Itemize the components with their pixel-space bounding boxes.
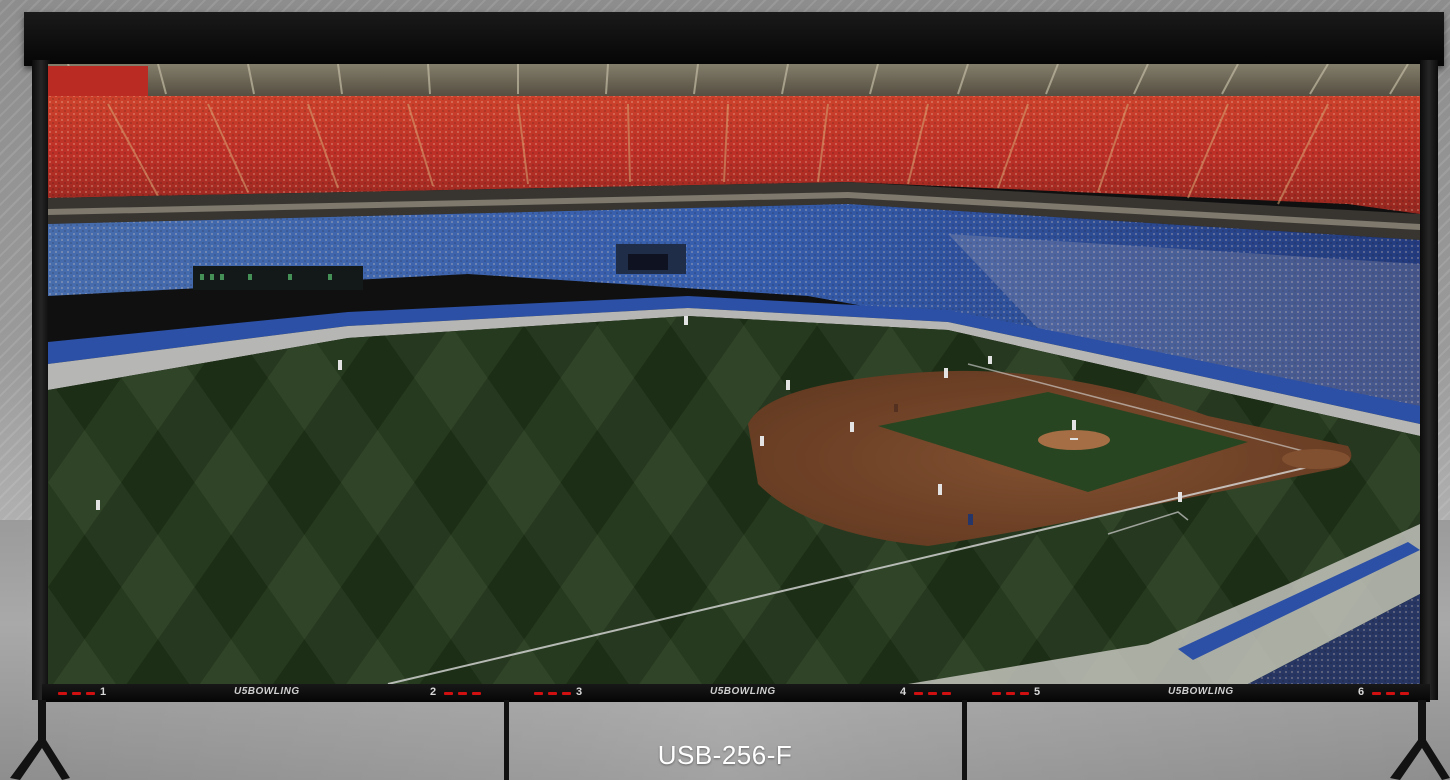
led-indicator [86,692,95,695]
screen-top-header [24,12,1444,66]
led-indicator [72,692,81,695]
panel-number-5: 5 [1034,686,1041,698]
led-indicator [458,692,467,695]
panel-number-1: 1 [100,686,107,698]
product-model-label: USB-256-F [657,740,793,770]
led-indicator [1400,692,1409,695]
brand-logo: U5BOWLING [234,686,300,697]
led-indicator [444,692,453,695]
stadium-image [48,64,1420,684]
led-indicator [992,692,1001,695]
led-indicator [928,692,937,695]
brand-logo: U5BOWLING [1168,686,1234,697]
led-indicator [1386,692,1395,695]
led-indicator [58,692,67,695]
panel-number-3: 3 [576,686,583,698]
display-screen [48,64,1420,684]
panel-number-6: 6 [1358,686,1365,698]
led-indicator [1006,692,1015,695]
led-indicator [562,692,571,695]
led-indicator [1020,692,1029,695]
panel-number-4: 4 [900,686,907,698]
led-indicator [942,692,951,695]
led-indicator [534,692,543,695]
led-indicator [914,692,923,695]
led-indicator [1372,692,1381,695]
panel-number-2: 2 [430,686,437,698]
frame-right-post [1420,60,1438,700]
brand-logo: U5BOWLING [710,686,776,697]
led-indicator [472,692,481,695]
led-indicator [548,692,557,695]
